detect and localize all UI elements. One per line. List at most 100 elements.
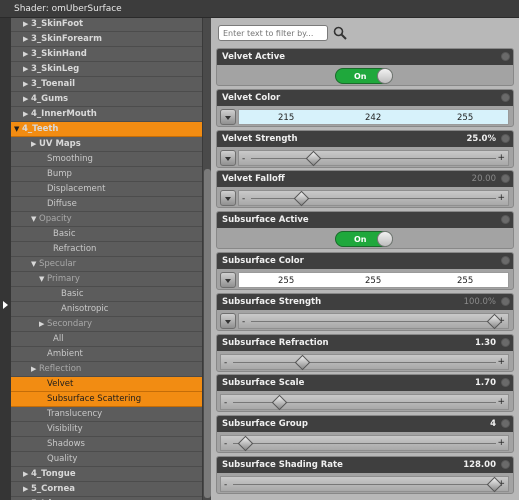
color-green-value[interactable]: 255 xyxy=(365,276,381,286)
slider-track[interactable]: -+ xyxy=(238,313,509,330)
expand-down-icon[interactable]: ▼ xyxy=(31,215,39,223)
gear-icon[interactable] xyxy=(501,134,510,143)
magnifier-icon[interactable] xyxy=(333,26,347,40)
slider-knob[interactable] xyxy=(293,190,310,207)
property-value[interactable]: 20.00 xyxy=(472,174,496,184)
property-value[interactable]: 1.30 xyxy=(475,338,496,348)
slider-decrement[interactable]: - xyxy=(224,358,227,368)
gear-icon[interactable] xyxy=(501,174,510,183)
slider-track[interactable]: -+ xyxy=(220,435,509,452)
tree-item[interactable]: All xyxy=(11,332,202,347)
slider-track[interactable]: -+ xyxy=(238,150,509,167)
toggle-knob[interactable] xyxy=(377,68,393,84)
gear-icon[interactable] xyxy=(501,338,510,347)
gear-icon[interactable] xyxy=(501,419,510,428)
slider-track[interactable]: -+ xyxy=(220,394,509,411)
gear-icon[interactable] xyxy=(501,297,510,306)
expand-right-icon[interactable]: ▶ xyxy=(23,20,31,28)
slider-track[interactable]: -+ xyxy=(220,476,509,493)
slider-increment[interactable]: + xyxy=(497,193,505,203)
tree-item[interactable]: Basic xyxy=(11,227,202,242)
expand-right-icon[interactable]: ▶ xyxy=(31,140,39,148)
tree-item[interactable]: Basic xyxy=(11,287,202,302)
filter-input[interactable] xyxy=(218,25,328,41)
tree-item[interactable]: Smoothing xyxy=(11,152,202,167)
slider-increment[interactable]: + xyxy=(497,153,505,163)
slider-decrement[interactable]: - xyxy=(224,439,227,449)
tree-item[interactable]: ▶ 3_SkinHand xyxy=(11,47,202,62)
slider-decrement[interactable]: - xyxy=(242,317,245,327)
tree-item[interactable]: Refraction xyxy=(11,242,202,257)
color-blue-value[interactable]: 255 xyxy=(457,276,473,286)
collapse-arrow-icon[interactable] xyxy=(3,301,8,309)
property-value[interactable]: 100.0% xyxy=(464,297,496,307)
tree-item[interactable]: ▶ Reflection xyxy=(11,362,202,377)
expand-right-icon[interactable]: ▶ xyxy=(23,470,31,478)
slider-knob[interactable] xyxy=(237,435,254,452)
tree-item[interactable]: ▶ 4_Gums xyxy=(11,92,202,107)
slider-decrement[interactable]: - xyxy=(242,194,245,204)
property-value[interactable]: 128.00 xyxy=(463,460,496,470)
color-field[interactable]: 255 255 255 xyxy=(238,272,509,288)
tree-item[interactable]: ▶ 3_SkinFoot xyxy=(11,18,202,32)
slider-decrement[interactable]: - xyxy=(224,398,227,408)
color-red-value[interactable]: 255 xyxy=(278,276,294,286)
color-picker-button[interactable] xyxy=(220,272,236,288)
tree-item[interactable]: Displacement xyxy=(11,182,202,197)
tree-item[interactable]: Anisotropic xyxy=(11,302,202,317)
gear-icon[interactable] xyxy=(501,256,510,265)
tree-item[interactable]: Diffuse xyxy=(11,197,202,212)
expand-down-icon[interactable]: ▼ xyxy=(39,275,47,283)
slider-decrement[interactable]: - xyxy=(242,154,245,164)
gear-icon[interactable] xyxy=(501,378,510,387)
expand-right-icon[interactable]: ▶ xyxy=(23,485,31,493)
slider-menu-button[interactable] xyxy=(220,190,236,206)
slider-knob[interactable] xyxy=(271,394,288,411)
slider-decrement[interactable]: - xyxy=(224,480,227,490)
tree-item[interactable]: Translucency xyxy=(11,407,202,422)
tree-item[interactable]: ▶ 3_SkinForearm xyxy=(11,32,202,47)
slider-increment[interactable]: + xyxy=(497,357,505,367)
slider-knob[interactable] xyxy=(305,150,322,167)
tree-item[interactable]: ▶ 5_Cornea xyxy=(11,482,202,497)
color-blue-value[interactable]: 255 xyxy=(457,113,473,123)
expand-right-icon[interactable]: ▶ xyxy=(39,320,47,328)
tree-item[interactable]: ▼ Opacity xyxy=(11,212,202,227)
color-field[interactable]: 215 242 255 xyxy=(238,109,509,125)
slider-menu-button[interactable] xyxy=(220,313,236,329)
tree-item[interactable]: ▶ Secondary xyxy=(11,317,202,332)
expand-right-icon[interactable]: ▶ xyxy=(23,65,31,73)
tree-item[interactable]: ▼ 4_Teeth xyxy=(11,122,202,137)
expand-right-icon[interactable]: ▶ xyxy=(23,80,31,88)
on-off-toggle[interactable]: On xyxy=(335,231,393,247)
property-value[interactable]: 4 xyxy=(490,419,496,429)
slider-track[interactable]: -+ xyxy=(238,190,509,207)
expand-right-icon[interactable]: ▶ xyxy=(31,365,39,373)
tree-item[interactable]: Quality xyxy=(11,452,202,467)
color-picker-button[interactable] xyxy=(220,109,236,125)
tree-item[interactable]: Velvet xyxy=(11,377,202,392)
tree-item[interactable]: Bump xyxy=(11,167,202,182)
expand-down-icon[interactable]: ▼ xyxy=(31,260,39,268)
gear-icon[interactable] xyxy=(501,215,510,224)
expand-right-icon[interactable]: ▶ xyxy=(23,50,31,58)
tree-item[interactable]: ▶ 3_Toenail xyxy=(11,77,202,92)
slider-knob[interactable] xyxy=(294,354,311,371)
tree-item[interactable]: ▶ 4_InnerMouth xyxy=(11,107,202,122)
gear-icon[interactable] xyxy=(501,460,510,469)
toggle-knob[interactable] xyxy=(377,231,393,247)
tree-item[interactable]: Visibility xyxy=(11,422,202,437)
gear-icon[interactable] xyxy=(501,52,510,61)
tree-item[interactable]: Shadows xyxy=(11,437,202,452)
expand-down-icon[interactable]: ▼ xyxy=(14,125,22,133)
tree-scrollbar-thumb[interactable] xyxy=(204,169,211,498)
slider-increment[interactable]: + xyxy=(497,397,505,407)
expand-right-icon[interactable]: ▶ xyxy=(23,110,31,118)
expand-right-icon[interactable]: ▶ xyxy=(23,35,31,43)
left-collapse-strip[interactable] xyxy=(0,18,11,500)
on-off-toggle[interactable]: On xyxy=(335,68,393,84)
property-value[interactable]: 1.70 xyxy=(475,378,496,388)
tree-item[interactable]: ▶ 4_Tongue xyxy=(11,467,202,482)
slider-track[interactable]: -+ xyxy=(220,354,509,371)
tree-scrollbar[interactable] xyxy=(202,18,211,500)
